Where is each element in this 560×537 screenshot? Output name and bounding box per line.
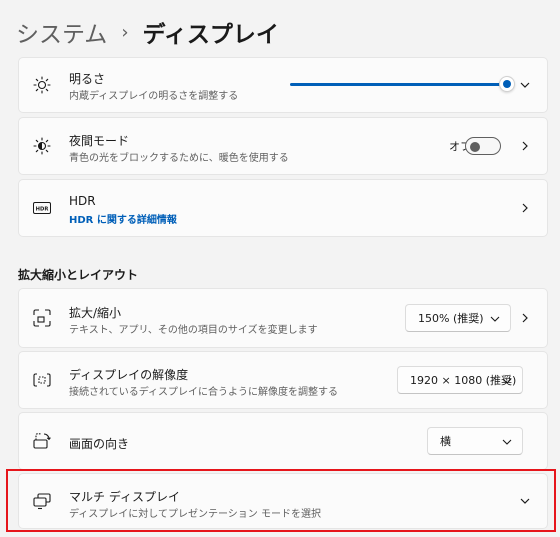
brightness-slider-track[interactable] [290,83,506,86]
hdr-card[interactable]: HDR HDR HDR に関する詳細情報 [18,179,548,237]
night-light-title: 夜間モード [69,134,130,148]
hdr-title: HDR [69,194,96,208]
section-header-scale-layout: 拡大縮小とレイアウト [18,268,139,282]
svg-text:HDR: HDR [36,206,49,212]
brightness-slider-thumb[interactable] [499,76,515,92]
night-light-subtitle: 青色の光をブロックするために、暖色を使用する [69,153,289,164]
brightness-subtitle: 内蔵ディスプレイの明るさを調整する [69,91,239,102]
resolution-dropdown[interactable]: 1920 × 1080 (推奨) [397,366,523,394]
night-light-card[interactable]: 夜間モード 青色の光をブロックするために、暖色を使用する オフ [18,117,548,175]
multi-display-card[interactable]: マルチ ディスプレイ ディスプレイに対してプレゼンテーション モードを選択 [18,473,548,529]
brightness-title: 明るさ [69,72,106,86]
scale-subtitle: テキスト、アプリ、その他の項目のサイズを変更します [69,325,318,336]
hdr-learn-more-link[interactable]: HDR に関する詳細情報 [69,211,177,226]
chevron-down-icon [502,439,512,445]
multiple-displays-icon [33,493,51,510]
chevron-down-icon[interactable] [519,79,531,91]
breadcrumb-separator-icon: › [121,21,129,43]
chevron-right-icon[interactable] [519,140,531,152]
page-title: ディスプレイ [142,22,279,48]
chevron-right-icon[interactable] [519,202,531,214]
scale-card[interactable]: 拡大/縮小 テキスト、アプリ、その他の項目のサイズを変更します 150% (推奨… [18,288,548,348]
chevron-right-icon[interactable] [519,312,531,324]
hdr-icon: HDR [33,202,51,214]
resolution-icon [33,373,51,387]
orientation-card: 画面の向き 横 [18,412,548,470]
scale-dropdown[interactable]: 150% (推奨) [405,304,511,332]
multi-display-title: マルチ ディスプレイ [69,490,180,504]
brightness-card: 明るさ 内蔵ディスプレイの明るさを調整する [18,57,548,113]
screen-rotation-icon [33,433,51,449]
orientation-dropdown-value: 横 [440,435,451,448]
scale-dropdown-value: 150% (推奨) [418,312,484,325]
multi-display-subtitle: ディスプレイに対してプレゼンテーション モードを選択 [69,509,321,520]
scale-icon [33,309,51,327]
resolution-dropdown-value: 1920 × 1080 (推奨) [410,374,517,387]
breadcrumb-parent-system[interactable]: システム [16,15,107,49]
orientation-title: 画面の向き [69,437,130,451]
chevron-down-icon [502,378,512,384]
night-light-icon [33,137,51,155]
chevron-down-icon[interactable] [519,495,531,507]
orientation-dropdown[interactable]: 横 [427,427,523,455]
scale-title: 拡大/縮小 [69,306,122,320]
resolution-title: ディスプレイの解像度 [69,368,189,382]
sun-icon [33,76,51,94]
night-light-toggle[interactable] [465,137,501,155]
chevron-down-icon [490,316,500,322]
resolution-card: ディスプレイの解像度 接続されているディスプレイに合うように解像度を調整する 1… [18,351,548,409]
breadcrumb: システム › ディスプレイ [16,12,279,52]
resolution-subtitle: 接続されているディスプレイに合うように解像度を調整する [69,387,338,398]
